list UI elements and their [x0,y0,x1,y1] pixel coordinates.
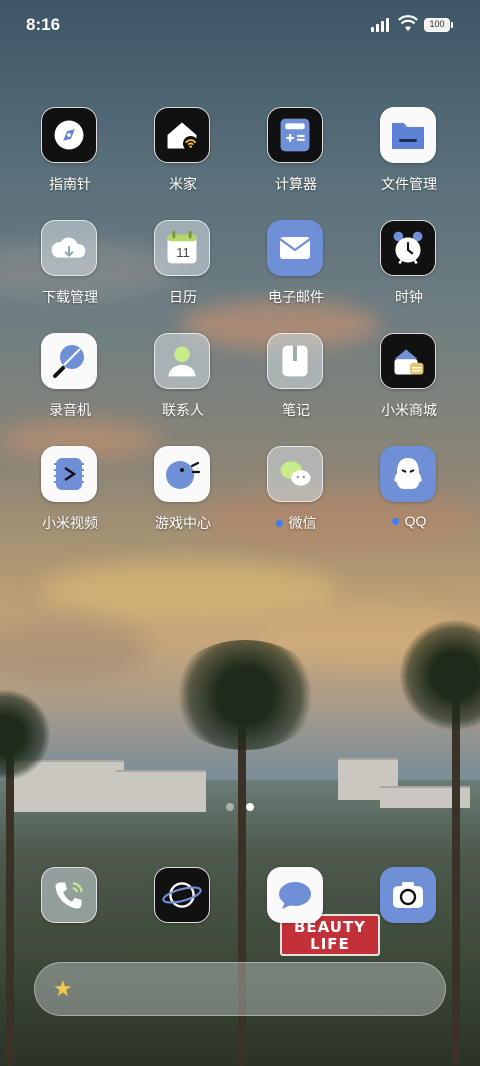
app-label: 小米商城 [381,402,437,418]
app-calculator[interactable]: 计算器 [246,107,346,207]
app-mijia[interactable]: 米家 [133,107,233,207]
signal-icon [371,18,393,32]
notification-dot [391,518,399,525]
mail-icon [267,220,323,276]
wechat-icon [267,446,323,502]
notes-icon [267,333,323,389]
app-label-text: 微信 [288,515,317,531]
app-notes[interactable]: 笔记 [246,333,346,433]
app-contacts[interactable]: 联系人 [133,333,233,433]
page-dot-active[interactable] [246,803,254,811]
page-indicator [0,798,480,811]
calendar-day: 11 [176,245,190,260]
camera-icon [380,867,436,923]
app-calendar[interactable]: 11 日历 [133,220,233,320]
page-dot[interactable] [226,803,234,811]
status-bar: 8:16 100 [0,0,480,50]
app-label: 笔记 [282,402,310,418]
dock-browser[interactable] [133,867,233,967]
download-cloud-icon [41,220,97,276]
app-label: 时钟 [395,289,423,305]
qq-icon [380,446,436,502]
wifi-icon [398,15,418,31]
smart-home-icon [154,107,210,163]
app-mi-video[interactable]: 小米视频 [20,446,120,546]
status-time: 8:16 [26,15,61,34]
app-label: 联系人 [162,402,204,418]
app-label: 日历 [169,289,197,305]
star-icon[interactable]: ★ [53,976,73,1002]
dock-phone[interactable] [20,867,120,967]
app-compass[interactable]: 指南针 [20,107,120,207]
messages-icon [267,867,323,923]
calendar-icon: 11 [154,220,210,276]
app-label: 计算器 [275,176,317,192]
store-icon [380,333,436,389]
dock-camera[interactable] [359,867,459,967]
app-wechat[interactable]: 微信 [246,446,346,546]
battery-level: 100 [429,19,445,29]
game-center-icon [154,446,210,502]
app-game-center[interactable]: 游戏中心 [133,446,233,546]
app-label: 微信 [246,513,346,533]
folder-icon [380,107,436,163]
app-label: 小米视频 [42,515,98,531]
dock-messages[interactable] [246,867,346,967]
app-label: 游戏中心 [155,515,211,531]
phone-icon [41,867,97,923]
app-label: 文件管理 [381,176,437,192]
contacts-icon [154,333,210,389]
app-label: 电子邮件 [268,289,324,305]
app-label: 米家 [169,176,197,192]
app-label: QQ [359,513,459,529]
app-email[interactable]: 电子邮件 [246,220,346,320]
app-label-text: QQ [404,513,427,529]
app-label: 录音机 [49,402,91,418]
app-mi-store[interactable]: 小米商城 [359,333,459,433]
alarm-clock-icon [380,220,436,276]
app-qq[interactable]: QQ [359,446,459,546]
calculator-icon [267,107,323,163]
app-recorder[interactable]: 录音机 [20,333,120,433]
app-label: 下载管理 [42,289,98,305]
compass-icon [41,107,97,163]
video-icon [41,446,97,502]
battery-icon: 100 [424,18,450,32]
recorder-icon [41,333,97,389]
app-label: 指南针 [49,176,91,192]
favorites-bar[interactable]: ★ [34,962,446,1016]
app-downloads[interactable]: 下载管理 [20,220,120,320]
app-file-manager[interactable]: 文件管理 [359,107,459,207]
browser-icon [154,867,210,923]
notification-dot [275,520,283,527]
app-clock[interactable]: 时钟 [359,220,459,320]
